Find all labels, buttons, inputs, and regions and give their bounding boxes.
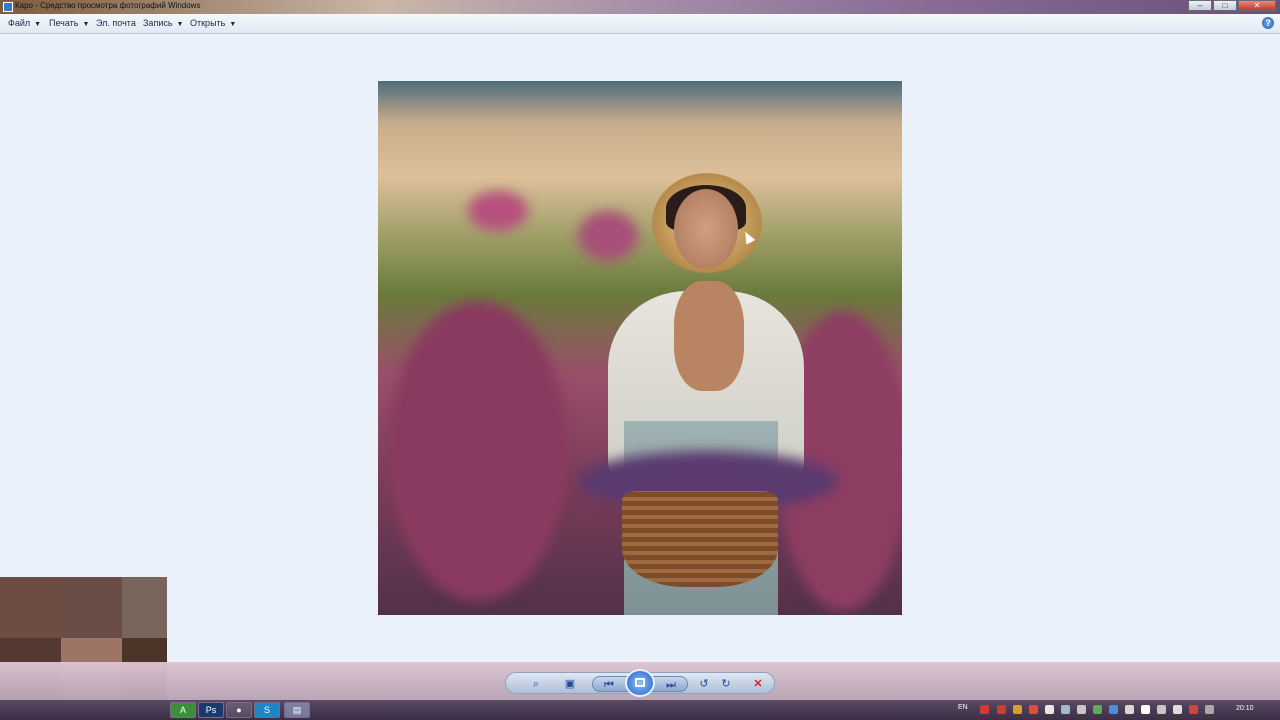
tray-icon[interactable] [1189,705,1198,714]
previous-button[interactable]: ⏮ [599,676,619,694]
menu-print-label: Печать [49,18,79,28]
tray-icon[interactable] [1013,705,1022,714]
minimize-button[interactable]: – [1188,0,1212,11]
pixel-block [122,577,167,638]
figure-neckline [674,281,744,391]
photo-viewer-icon [3,2,13,12]
delete-icon[interactable]: ✕ [748,675,768,693]
taskbar-app-skype[interactable]: S [254,702,280,718]
rotate-left-icon[interactable]: ↺ [694,675,714,693]
tray-icon[interactable] [1109,705,1118,714]
tray-icon[interactable] [1061,705,1070,714]
rotate-right-icon[interactable]: ↻ [716,675,736,693]
menu-email[interactable]: Эл. почта [96,18,136,28]
window-title: Каро - Средство просмотра фотографий Win… [15,1,201,10]
taskbar-app-photoshop[interactable]: Ps [198,702,224,718]
tray-icon[interactable] [1045,705,1054,714]
network-icon[interactable] [1157,705,1166,714]
volume-icon[interactable] [1141,705,1150,714]
menu-email-label: Эл. почта [96,18,136,28]
tray-icon[interactable] [1093,705,1102,714]
wicker-basket [622,491,778,587]
taskbar: A Ps ● S ▤ [0,700,1280,720]
menu-open-label: Открыть [190,18,226,28]
flower-blob [468,191,528,231]
tray-icon[interactable] [1077,705,1086,714]
flower-blob [388,301,568,601]
next-button[interactable]: ⏭ [661,676,681,694]
taskbar-app-a[interactable]: A [170,702,196,718]
taskbar-app-photo-viewer[interactable]: ▤ [284,702,310,718]
dropdown-arrow-icon: ▼ [176,21,184,28]
menu-burn-label: Запись [143,18,173,28]
dropdown-arrow-icon: ▼ [82,21,90,28]
pixel-block [0,577,61,638]
tray-icon[interactable] [997,705,1006,714]
menu-burn[interactable]: Запись ▼ [143,18,183,28]
menu-file-label: Файл [8,18,31,28]
tray-icon[interactable] [980,705,989,714]
language-indicator[interactable]: EN [958,704,968,711]
slideshow-button[interactable] [625,669,655,697]
dropdown-arrow-icon: ▼ [34,21,42,28]
taskbar-app-camera[interactable]: ● [226,702,252,718]
tray-icon[interactable] [1173,705,1182,714]
menu-file[interactable]: Файл ▼ [8,18,41,28]
figure-head [674,189,738,269]
clock[interactable]: 20:10 [1236,705,1254,712]
photo-display[interactable] [378,81,902,615]
photo-viewer-window: Каро - Средство просмотра фотографий Win… [0,0,1280,700]
maximize-button[interactable]: □ [1213,0,1237,11]
tray-icon[interactable] [1205,705,1214,714]
help-icon[interactable]: ? [1262,17,1274,29]
menu-print[interactable]: Печать ▼ [49,18,89,28]
title-bar[interactable]: Каро - Средство просмотра фотографий Win… [0,0,1280,14]
pixel-block [61,577,122,638]
dropdown-arrow-icon: ▼ [229,21,237,28]
tray-icon[interactable] [1125,705,1134,714]
zoom-icon[interactable]: ⌕ [526,675,546,693]
flower-blob [578,211,638,261]
menu-open[interactable]: Открыть ▼ [190,18,236,28]
actual-size-icon[interactable]: ▣ [560,675,580,693]
close-button[interactable]: ✕ [1238,0,1276,11]
slideshow-icon [635,678,645,687]
menu-bar: Файл ▼ Печать ▼ Эл. почта Запись ▼ Открыть ▼… [0,14,1280,34]
tray-icon[interactable] [1029,705,1038,714]
